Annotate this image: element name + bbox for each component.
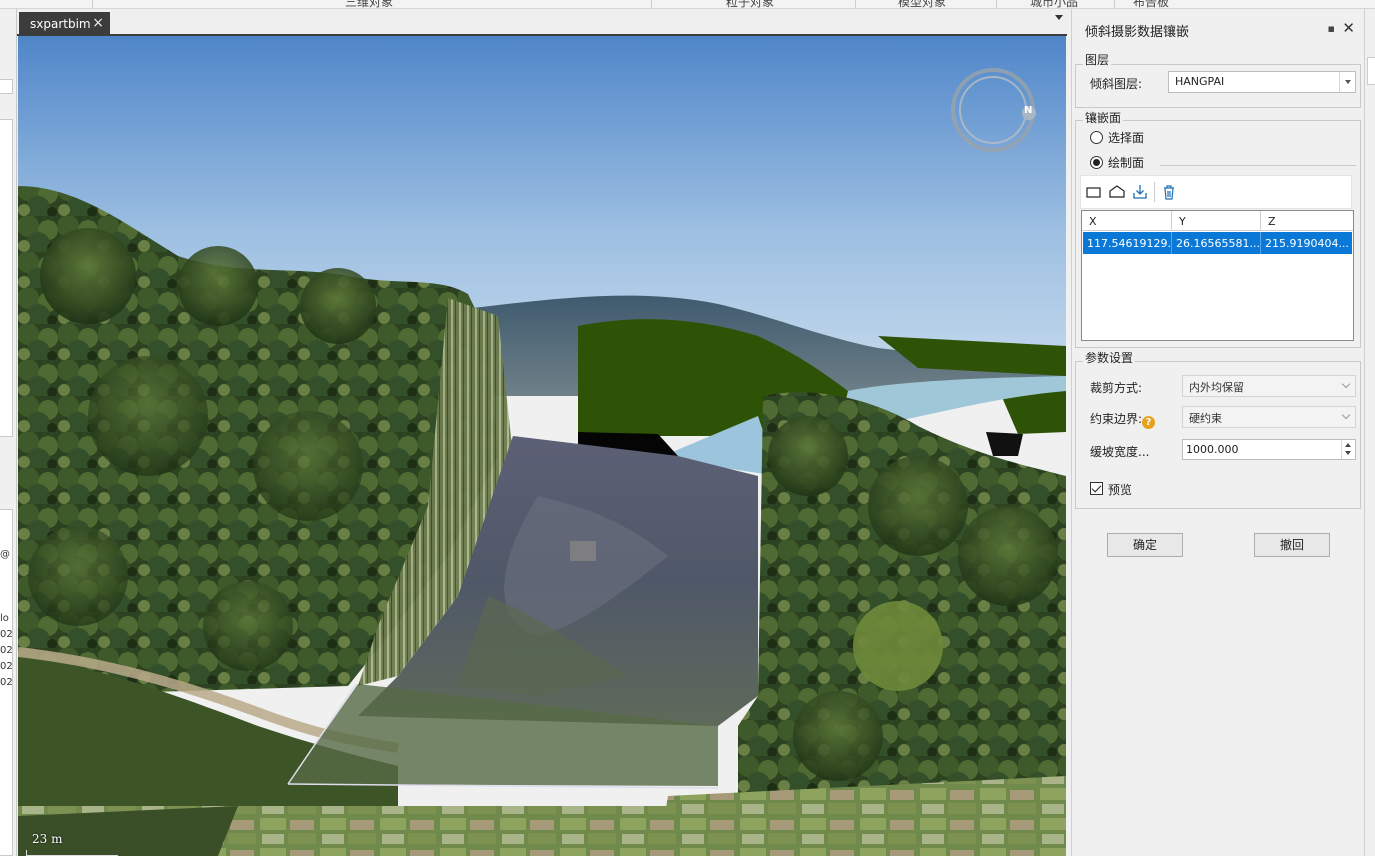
chevron-down-icon <box>1339 407 1355 427</box>
ribbon-separator <box>1114 0 1115 8</box>
panel-close-icon[interactable]: ✕ <box>1342 19 1355 37</box>
left-dock-text: 02 <box>0 645 12 656</box>
boundary-value: 硬约束 <box>1189 412 1222 425</box>
left-dock: @ lo 02 02 02 02 <box>0 9 17 856</box>
compass-north-label: N <box>1024 105 1033 116</box>
boundary-label-text: 约束边界: <box>1090 412 1143 426</box>
ribbon-item-3d-objects[interactable]: 三维对象 <box>345 0 393 8</box>
toolbar-separator <box>1154 182 1155 202</box>
layer-group-label: 图层 <box>1083 51 1112 68</box>
select-surface-radio[interactable] <box>1090 131 1103 144</box>
delete-icon[interactable] <box>1160 183 1178 201</box>
undo-button[interactable]: 撤回 <box>1254 533 1330 557</box>
clip-mode-value: 内外均保留 <box>1189 381 1244 394</box>
left-dock-tab[interactable] <box>0 79 13 94</box>
slope-width-input[interactable]: 1000.000 <box>1182 439 1356 460</box>
oblique-layer-value: HANGPAI <box>1175 75 1225 88</box>
params-group-label: 参数设置 <box>1083 349 1136 366</box>
tab-close-icon[interactable]: × <box>92 15 104 31</box>
grid-cell-x[interactable]: 117.54619129... <box>1083 232 1172 254</box>
oblique-layer-label: 倾斜图层: <box>1090 77 1143 91</box>
tab-list-dropdown-icon[interactable] <box>1055 15 1063 20</box>
left-dock-text: 02 <box>0 629 12 640</box>
boundary-select[interactable]: 硬约束 <box>1182 406 1356 428</box>
tab-label: sxpartbim <box>30 16 91 31</box>
pin-icon[interactable]: ▪ <box>1328 22 1335 35</box>
ribbon-item-billboard[interactable]: 布告板 <box>1133 0 1169 8</box>
left-dock-text: 02 <box>0 661 12 672</box>
draw-surface-label[interactable]: 绘制面 <box>1108 154 1144 171</box>
oblique-layer-select[interactable]: HANGPAI <box>1168 71 1356 93</box>
chevron-down-icon <box>1339 376 1355 396</box>
left-dock-text: @ <box>0 549 10 560</box>
draw-toolbar <box>1080 175 1352 209</box>
import-icon[interactable] <box>1131 183 1149 201</box>
right-dock-tab[interactable] <box>1367 57 1375 85</box>
slope-width-label: 缓坡宽度... <box>1090 445 1150 459</box>
clip-mode-select[interactable]: 内外均保留 <box>1182 375 1356 397</box>
boundary-label: 约束边界:? <box>1090 410 1156 429</box>
chevron-down-icon <box>1339 72 1355 92</box>
preview-checkbox[interactable] <box>1090 482 1103 495</box>
right-dock-strip <box>1364 9 1375 856</box>
preview-label[interactable]: 预览 <box>1108 481 1132 498</box>
scene-viewport[interactable]: N 23 m <box>18 36 1066 856</box>
ribbon-separator <box>651 0 652 8</box>
ribbon-separator <box>92 0 93 8</box>
grid-cell-z[interactable]: 215.9190404... <box>1261 232 1352 254</box>
ribbon-item-model-objects[interactable]: 模型对象 <box>898 0 946 8</box>
tab-sxpartbim[interactable]: sxpartbim × <box>19 12 110 35</box>
ribbon-separator <box>855 0 856 8</box>
grid-header-x[interactable]: X <box>1082 211 1172 231</box>
ribbon-separator <box>996 0 997 8</box>
panel-title: 倾斜摄影数据镶嵌 <box>1085 25 1190 40</box>
ribbon-strip: 三维对象 粒子对象 模型对象 城市小品 布告板 <box>0 0 1375 9</box>
left-dock-tree-panel[interactable] <box>0 119 13 437</box>
left-dock-text: 02 <box>0 677 12 688</box>
mosaic-panel: 倾斜摄影数据镶嵌 ▪ ✕ 图层 倾斜图层: HANGPAI 镶嵌面 选择面 绘制… <box>1071 9 1363 856</box>
spinner-icon[interactable] <box>1341 440 1355 459</box>
select-surface-label[interactable]: 选择面 <box>1108 129 1144 146</box>
grid-header-y[interactable]: Y <box>1172 211 1261 231</box>
ribbon-item-particle-objects[interactable]: 粒子对象 <box>726 0 774 8</box>
scene-render <box>18 36 1066 856</box>
grid-header-z[interactable]: Z <box>1261 211 1353 231</box>
scale-label: 23 m <box>32 832 63 846</box>
grid-cell-y[interactable]: 26.16565581... <box>1172 232 1261 254</box>
vertex-grid[interactable]: X Y Z 117.54619129... 26.16565581... 215… <box>1081 210 1354 341</box>
ribbon-item-city-props[interactable]: 城市小品 <box>1030 0 1078 8</box>
surface-group-label: 镶嵌面 <box>1083 109 1124 126</box>
clip-mode-label: 裁剪方式: <box>1090 381 1143 395</box>
slope-width-value: 1000.000 <box>1186 443 1239 456</box>
table-row[interactable]: 117.54619129... 26.16565581... 215.91904… <box>1083 232 1352 254</box>
rectangle-icon[interactable] <box>1085 183 1103 201</box>
draw-surface-divider <box>1160 165 1356 166</box>
left-dock-text: lo <box>0 613 9 624</box>
polygon-icon[interactable] <box>1108 183 1126 201</box>
draw-surface-radio[interactable] <box>1090 156 1103 169</box>
help-icon[interactable]: ? <box>1142 416 1156 429</box>
ok-button[interactable]: 确定 <box>1107 533 1183 557</box>
scale-bar <box>26 850 118 856</box>
document-tabbar: sxpartbim × <box>17 9 1069 35</box>
